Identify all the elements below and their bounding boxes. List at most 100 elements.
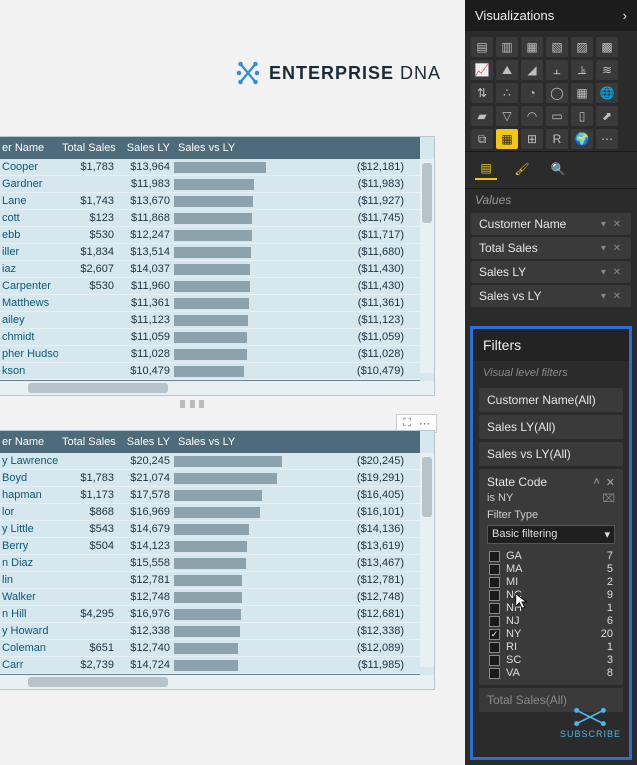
chevron-right-icon[interactable]: › bbox=[623, 8, 627, 23]
checkbox[interactable] bbox=[489, 642, 500, 653]
table-visual-top[interactable]: er Name Total Sales Sales LY Sales vs LY… bbox=[0, 136, 435, 396]
multi-card-icon[interactable]: ▯ bbox=[571, 106, 593, 126]
line-column-icon[interactable]: ⫠ bbox=[546, 60, 568, 80]
filter-option[interactable]: SC3 bbox=[487, 654, 615, 666]
table-row[interactable]: pher Hudson$11,028($11,028) bbox=[0, 346, 420, 363]
map-icon[interactable]: 🌐 bbox=[596, 83, 618, 103]
focus-mode-icon[interactable]: ⛶ bbox=[403, 417, 411, 430]
table-row[interactable]: iller$1,834$13,514($11,680) bbox=[0, 244, 420, 261]
table-row[interactable]: Boyd$1,783$21,074($19,291) bbox=[0, 470, 420, 487]
table-row[interactable]: Lane$1,743$13,670($11,927) bbox=[0, 193, 420, 210]
table-row[interactable]: Coleman$651$12,740($12,089) bbox=[0, 640, 420, 657]
kpi-icon[interactable]: ⬈ bbox=[596, 106, 618, 126]
filter-option[interactable]: MA5 bbox=[487, 563, 615, 575]
gauge-icon[interactable]: ◠ bbox=[521, 106, 543, 126]
col-sales-ly[interactable]: Sales LY bbox=[118, 434, 174, 450]
clustered-bar-icon[interactable]: ▦ bbox=[521, 37, 543, 57]
table-row[interactable]: Carpenter$530$11,960($11,430) bbox=[0, 278, 420, 295]
table-row[interactable]: Carr$2,739$14,724($11,985) bbox=[0, 657, 420, 674]
checkbox[interactable] bbox=[489, 577, 500, 588]
col-total-sales[interactable]: Total Sales bbox=[58, 434, 118, 450]
stacked-column-icon[interactable]: ▥ bbox=[496, 37, 518, 57]
horizontal-scrollbar[interactable] bbox=[0, 381, 434, 395]
table-row[interactable]: Berry$504$14,123($13,619) bbox=[0, 538, 420, 555]
table-row[interactable]: ebb$530$12,247($11,717) bbox=[0, 227, 420, 244]
more-options-icon[interactable]: ⋯ bbox=[419, 417, 430, 430]
vertical-scrollbar[interactable] bbox=[420, 453, 434, 667]
area-chart-icon[interactable]: ⛰ bbox=[496, 60, 518, 80]
filter-state-code[interactable]: State Code ˄ ✕ is NY ⌧ Filter Type Basic… bbox=[479, 469, 623, 685]
filter-option[interactable]: NY20 bbox=[487, 628, 615, 640]
clear-filter-icon[interactable]: ✕ bbox=[606, 476, 615, 489]
field-pill-controls[interactable]: ▾ ✕ bbox=[601, 291, 623, 302]
table-row[interactable]: Gardner$11,983($11,983) bbox=[0, 176, 420, 193]
table-row[interactable]: y Lawrence$20,245($20,245) bbox=[0, 453, 420, 470]
ribbon-chart-icon[interactable]: ≋ bbox=[596, 60, 618, 80]
checkbox[interactable] bbox=[489, 655, 500, 666]
table-row[interactable]: chmidt$11,059($11,059) bbox=[0, 329, 420, 346]
table-row[interactable]: y Howard$12,338($12,338) bbox=[0, 623, 420, 640]
donut-chart-icon[interactable]: ◯ bbox=[546, 83, 568, 103]
filled-map-icon[interactable]: ▰ bbox=[471, 106, 493, 126]
col-customer-name[interactable]: er Name bbox=[0, 140, 58, 156]
vertical-scrollbar[interactable] bbox=[420, 159, 434, 373]
line-chart-icon[interactable]: 📈 bbox=[471, 60, 493, 80]
field-pill-controls[interactable]: ▾ ✕ bbox=[601, 243, 623, 254]
filter-card[interactable]: Sales LY(All) bbox=[479, 415, 623, 439]
table-visual-bottom[interactable]: er Name Total Sales Sales LY Sales vs LY… bbox=[0, 430, 435, 690]
filter-option[interactable]: VA8 bbox=[487, 667, 615, 679]
marketplace-icon[interactable]: ⋯ bbox=[596, 129, 618, 149]
line-clustered-icon[interactable]: ⫡ bbox=[571, 60, 593, 80]
stacked-bar-icon[interactable]: ▤ bbox=[471, 37, 493, 57]
stacked-area-icon[interactable]: ◢ bbox=[521, 60, 543, 80]
col-sales-vs-ly[interactable]: Sales vs LY bbox=[174, 140, 304, 156]
r-visual-icon[interactable]: R bbox=[546, 129, 568, 149]
table-row[interactable]: lor$868$16,969($16,101) bbox=[0, 504, 420, 521]
field-pill[interactable]: Sales vs LY▾ ✕ bbox=[471, 285, 631, 307]
table-row[interactable]: y Little$543$14,679($14,136) bbox=[0, 521, 420, 538]
analytics-icon[interactable]: 🔍 bbox=[547, 158, 569, 180]
table-row[interactable]: ailey$11,123($11,123) bbox=[0, 312, 420, 329]
fields-well-icon[interactable]: ▤ bbox=[475, 158, 497, 180]
filter-option[interactable]: GA7 bbox=[487, 550, 615, 562]
pie-chart-icon[interactable]: ◔ bbox=[521, 83, 543, 103]
format-paint-icon[interactable]: 🖌 bbox=[511, 158, 533, 180]
field-pill[interactable]: Sales LY▾ ✕ bbox=[471, 261, 631, 283]
eraser-icon[interactable]: ⌧ bbox=[602, 492, 615, 505]
field-pill[interactable]: Total Sales▾ ✕ bbox=[471, 237, 631, 259]
table-row[interactable]: cott$123$11,868($11,745) bbox=[0, 210, 420, 227]
card-icon[interactable]: ▭ bbox=[546, 106, 568, 126]
scatter-icon[interactable]: ∴ bbox=[496, 83, 518, 103]
field-pill[interactable]: Customer Name▾ ✕ bbox=[471, 213, 631, 235]
table-row[interactable]: hapman$1,173$17,578($16,405) bbox=[0, 487, 420, 504]
table-row[interactable]: Matthews$11,361($11,361) bbox=[0, 295, 420, 312]
table-row[interactable]: Walker$12,748($12,748) bbox=[0, 589, 420, 606]
checkbox[interactable] bbox=[489, 590, 500, 601]
hundred-bar-icon[interactable]: ▨ bbox=[571, 37, 593, 57]
funnel-icon[interactable]: ▽ bbox=[496, 106, 518, 126]
field-pill-controls[interactable]: ▾ ✕ bbox=[601, 267, 623, 278]
table-row[interactable]: kson$10,479($10,479) bbox=[0, 363, 420, 380]
checkbox[interactable] bbox=[489, 616, 500, 627]
checkbox[interactable] bbox=[489, 603, 500, 614]
checkbox[interactable] bbox=[489, 551, 500, 562]
hundred-column-icon[interactable]: ▩ bbox=[596, 37, 618, 57]
filter-card[interactable]: Sales vs LY(All) bbox=[479, 442, 623, 466]
waterfall-icon[interactable]: ⇅ bbox=[471, 83, 493, 103]
table-row[interactable]: Cooper$1,783$13,964($12,181) bbox=[0, 159, 420, 176]
checkbox[interactable] bbox=[489, 668, 500, 679]
filter-option[interactable]: NH1 bbox=[487, 602, 615, 614]
table-row[interactable]: n Diaz$15,558($13,467) bbox=[0, 555, 420, 572]
table-row[interactable]: n Hill$4,295$16,976($12,681) bbox=[0, 606, 420, 623]
col-total-sales[interactable]: Total Sales bbox=[58, 140, 118, 156]
slicer-icon[interactable]: ⧉ bbox=[471, 129, 493, 149]
matrix-visual-icon[interactable]: ⊞ bbox=[521, 129, 543, 149]
filter-card[interactable]: Customer Name(All) bbox=[479, 388, 623, 412]
table-visual-icon[interactable]: ▦ bbox=[496, 129, 518, 149]
field-pill-controls[interactable]: ▾ ✕ bbox=[601, 219, 623, 230]
horizontal-scrollbar[interactable] bbox=[0, 675, 434, 689]
clustered-column-icon[interactable]: ▧ bbox=[546, 37, 568, 57]
col-sales-ly[interactable]: Sales LY bbox=[118, 140, 174, 156]
filter-option[interactable]: NC9 bbox=[487, 589, 615, 601]
checkbox[interactable] bbox=[489, 629, 500, 640]
